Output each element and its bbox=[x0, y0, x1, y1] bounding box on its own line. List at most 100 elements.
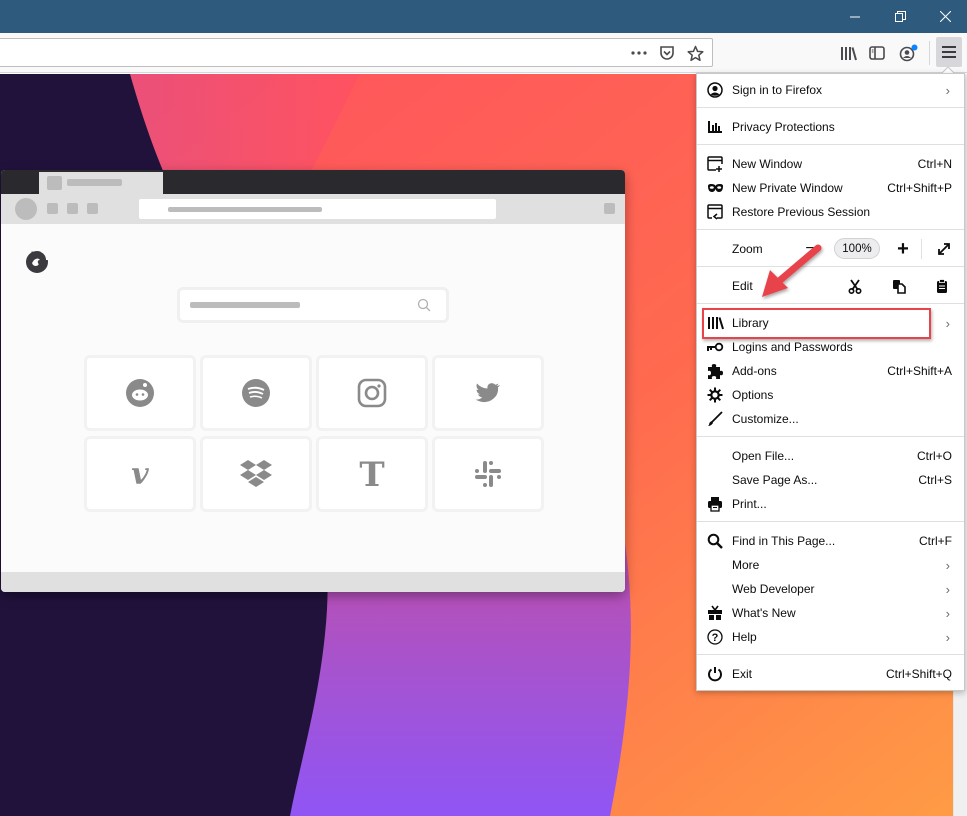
copy-button[interactable] bbox=[888, 276, 910, 296]
menu-item-zoom: Zoom − 100% + bbox=[697, 237, 964, 261]
menu-item-label: Add-ons bbox=[732, 364, 777, 378]
title-bar bbox=[0, 0, 967, 33]
menu-item-whats-new[interactable]: What's New › bbox=[697, 601, 964, 625]
paste-button[interactable] bbox=[931, 276, 953, 296]
paintbrush-icon bbox=[706, 410, 724, 428]
menu-item-label: Open File... bbox=[732, 449, 795, 463]
illustration-button bbox=[87, 203, 98, 214]
menu-item-label: Options bbox=[732, 388, 774, 402]
menu-item-exit[interactable]: Exit Ctrl+Shift+Q bbox=[697, 662, 964, 686]
navigation-toolbar bbox=[0, 33, 967, 73]
toolbar-separator bbox=[929, 41, 930, 65]
puzzle-piece-icon bbox=[706, 362, 724, 380]
menu-item-label: What's New bbox=[732, 606, 796, 620]
minus-icon: − bbox=[805, 240, 815, 257]
sidebar-icon bbox=[869, 46, 885, 60]
menu-item-label: Find in This Page... bbox=[732, 534, 836, 548]
gift-icon bbox=[706, 604, 724, 622]
shortcut-label: Ctrl+F bbox=[919, 534, 952, 548]
private-mask-icon bbox=[706, 179, 724, 197]
zoom-level: 100% bbox=[842, 242, 872, 255]
page-actions-button[interactable] bbox=[629, 44, 649, 62]
menu-separator bbox=[697, 144, 964, 145]
fullscreen-icon bbox=[938, 243, 950, 255]
zoom-out-button[interactable]: − bbox=[799, 239, 821, 259]
menu-item-web-developer[interactable]: Web Developer › bbox=[697, 577, 964, 601]
restore-button[interactable] bbox=[878, 0, 922, 33]
illustration-back-button bbox=[15, 198, 37, 220]
menu-item-label: Save Page As... bbox=[732, 473, 818, 487]
page-actions-icon bbox=[631, 51, 647, 55]
search-icon bbox=[417, 298, 431, 312]
top-site-tile-slack bbox=[435, 439, 541, 509]
twitter-icon bbox=[475, 383, 500, 403]
menu-item-restore-session[interactable]: Restore Previous Session bbox=[697, 200, 964, 224]
cut-button[interactable] bbox=[844, 276, 866, 296]
menu-separator bbox=[697, 107, 964, 108]
menu-item-new-window[interactable]: New Window Ctrl+N bbox=[697, 152, 964, 176]
printer-icon bbox=[706, 495, 724, 513]
new-york-times-icon: T bbox=[359, 456, 384, 492]
menu-item-more[interactable]: More › bbox=[697, 553, 964, 577]
dropbox-icon bbox=[240, 460, 272, 487]
zoom-in-button[interactable]: + bbox=[892, 237, 914, 260]
minimize-button[interactable] bbox=[833, 0, 877, 33]
library-icon bbox=[840, 46, 857, 60]
menu-item-label: Zoom bbox=[732, 242, 763, 256]
illustration-tab bbox=[39, 172, 163, 194]
plus-icon: + bbox=[897, 237, 909, 260]
account-button[interactable] bbox=[896, 40, 922, 66]
notification-badge bbox=[911, 44, 918, 51]
chevron-right-icon: › bbox=[945, 82, 950, 98]
illustration-menu-button bbox=[604, 203, 615, 214]
close-icon bbox=[939, 11, 951, 22]
illustration-search-placeholder bbox=[190, 302, 300, 308]
open-menu-button[interactable] bbox=[936, 37, 962, 67]
illustration-favicon bbox=[47, 176, 62, 190]
menu-separator bbox=[697, 303, 964, 304]
menu-item-label: Logins and Passwords bbox=[732, 340, 853, 354]
menu-item-logins-passwords[interactable]: Logins and Passwords bbox=[697, 335, 964, 359]
cut-icon bbox=[848, 278, 862, 294]
sidebar-button[interactable] bbox=[864, 40, 890, 66]
chevron-right-icon: › bbox=[945, 315, 950, 331]
top-site-tile-instagram bbox=[319, 358, 425, 428]
chevron-right-icon: › bbox=[945, 605, 950, 621]
reddit-icon bbox=[126, 379, 154, 407]
account-icon bbox=[706, 81, 724, 99]
menu-item-help[interactable]: ? Help › bbox=[697, 625, 964, 649]
menu-item-label: Privacy Protections bbox=[732, 120, 835, 134]
menu-item-library[interactable]: Library › bbox=[697, 311, 964, 335]
fullscreen-button[interactable] bbox=[933, 239, 955, 259]
restore-session-icon bbox=[706, 203, 724, 221]
menu-item-label: New Private Window bbox=[732, 181, 843, 195]
menu-item-save-page[interactable]: Save Page As... Ctrl+S bbox=[697, 468, 964, 492]
zoom-reset-button[interactable]: 100% bbox=[834, 238, 880, 259]
menu-item-find-in-page[interactable]: Find in This Page... Ctrl+F bbox=[697, 529, 964, 553]
illustration-footer bbox=[1, 572, 625, 592]
menu-item-customize[interactable]: Customize... bbox=[697, 407, 964, 431]
close-window-button[interactable] bbox=[923, 0, 967, 33]
library-button[interactable] bbox=[835, 40, 861, 66]
menu-item-addons[interactable]: Add-ons Ctrl+Shift+A bbox=[697, 359, 964, 383]
menu-item-privacy-protections[interactable]: Privacy Protections bbox=[697, 115, 964, 139]
shortcut-label: Ctrl+Shift+A bbox=[887, 364, 952, 378]
minimize-icon bbox=[850, 16, 860, 17]
menu-item-sign-in[interactable]: Sign in to Firefox › bbox=[697, 78, 964, 102]
menu-item-new-private-window[interactable]: New Private Window Ctrl+Shift+P bbox=[697, 176, 964, 200]
svg-text:v: v bbox=[131, 460, 149, 488]
library-icon bbox=[706, 314, 724, 332]
bookmark-button[interactable] bbox=[685, 44, 705, 62]
menu-separator bbox=[697, 436, 964, 437]
menu-item-print[interactable]: Print... bbox=[697, 492, 964, 516]
menu-item-open-file[interactable]: Open File... Ctrl+O bbox=[697, 444, 964, 468]
power-icon bbox=[706, 665, 724, 683]
shortcut-label: Ctrl+N bbox=[917, 157, 952, 171]
menu-item-label: Web Developer bbox=[732, 582, 815, 596]
key-icon bbox=[706, 338, 724, 356]
menu-item-options[interactable]: Options bbox=[697, 383, 964, 407]
svg-text:T: T bbox=[359, 456, 384, 492]
url-bar[interactable] bbox=[0, 38, 713, 67]
menu-separator bbox=[697, 654, 964, 655]
pocket-button[interactable] bbox=[657, 44, 677, 62]
